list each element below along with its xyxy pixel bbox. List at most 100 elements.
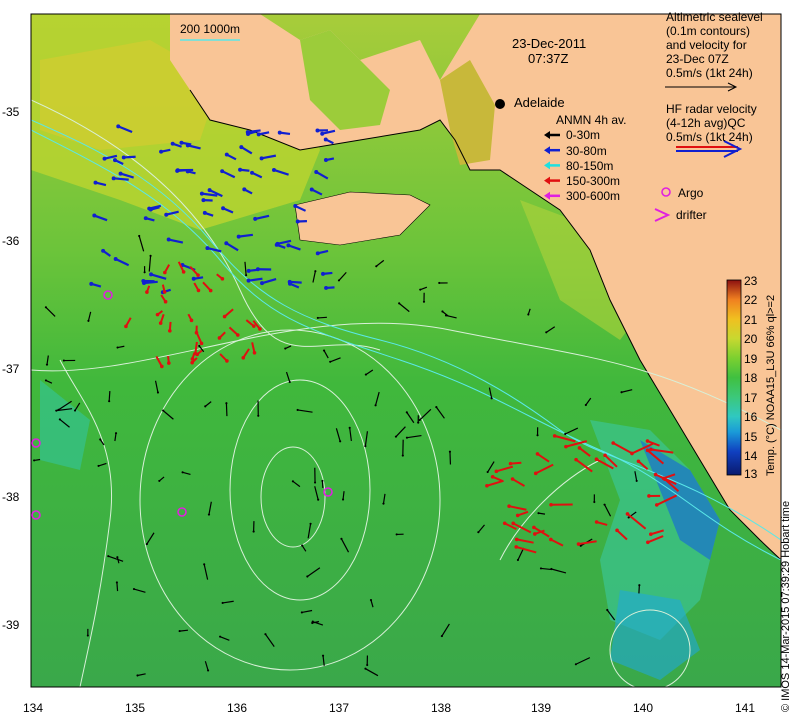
- hf-radar-arrow-head: [293, 204, 298, 208]
- hf-radar-arrow-head: [159, 149, 164, 154]
- altimetry-arrow-head: [539, 567, 543, 570]
- hf-radar-arrow-head: [287, 279, 292, 284]
- map-date: 23-Dec-2011: [512, 36, 587, 51]
- anmn-item: 300-600m: [566, 189, 621, 203]
- anmn-item: 80-150m: [566, 159, 614, 173]
- altimetry-arrow-head: [438, 281, 441, 285]
- hf-radar-arrow-head: [121, 155, 126, 160]
- altimetry-arrow-head: [321, 479, 324, 482]
- altimetry-arrow: [108, 391, 111, 402]
- hf-radar-arrow-head: [277, 130, 282, 135]
- hf-radar-arrow-head: [564, 444, 568, 449]
- altimetry-arrow-head: [219, 635, 222, 638]
- altimetry-arrow-head: [620, 391, 623, 394]
- altimetry-arrow: [116, 582, 119, 592]
- altimetry-arrow-head: [564, 432, 567, 436]
- hf-radar-arrow-head: [220, 169, 225, 174]
- hf-radar-arrow-head: [321, 271, 325, 276]
- altimetry-arrow-head: [116, 556, 119, 559]
- hf-radar-arrow-head: [185, 143, 190, 148]
- altimetry-arrow-head: [108, 400, 111, 403]
- hf-radar-arrow-head: [145, 290, 149, 294]
- hf-radar-arrow-head: [594, 520, 599, 524]
- hf-radar-arrow-head: [594, 457, 599, 462]
- hf-radar-arrow-head: [164, 212, 169, 217]
- altimetry-arrow-head: [382, 502, 385, 505]
- hf-radar-arrow-head: [148, 207, 153, 212]
- hf-radar-arrow-head: [224, 152, 229, 157]
- hf-radar-arrow-head: [92, 213, 97, 218]
- hf-radar-arrow-head: [577, 446, 582, 450]
- colorbar-label: Temp. (°C) NOAA15_L3U 66% ql>=2: [765, 294, 777, 476]
- altimetry-arrow-head: [369, 598, 373, 602]
- hf-radar-arrow-head: [141, 278, 146, 283]
- altimetry-arrow-head: [321, 654, 325, 657]
- altimetry-arrow-head: [145, 543, 148, 546]
- map-time: 07:37Z: [528, 51, 569, 66]
- scale-label: 200 1000m: [180, 22, 241, 36]
- credit-text: © IMOS 14-Mar-2015 07:39:29 Hobart time: [780, 500, 792, 712]
- altimetry-arrow-head: [45, 363, 49, 366]
- altimetry-arrow-head: [264, 633, 267, 636]
- hf-radar-arrow-head: [611, 441, 615, 445]
- altimetry-arrow-head: [181, 471, 184, 474]
- altimetry-arrow-head: [143, 271, 146, 274]
- altimetry-arrow-head: [284, 347, 287, 350]
- hf-radar-arrow-head: [124, 324, 128, 329]
- hf-radar-arrow-head: [653, 472, 658, 477]
- altimetry-arrow-head: [422, 300, 426, 303]
- hf-radar-arrow-head: [201, 198, 206, 203]
- altimetry-arrow-head: [207, 513, 211, 516]
- altimetry-arrow-head: [374, 404, 377, 407]
- altimetry-arrow-head: [314, 270, 317, 273]
- hf-radar-arrow-head: [225, 359, 229, 363]
- altimetry-arrow-head: [419, 288, 422, 291]
- altimetry-arrow-head: [337, 279, 341, 282]
- altimetry-arrow-head: [306, 575, 309, 578]
- altimetry-arrow-head: [288, 380, 291, 384]
- hf-radar-arrow-head: [166, 237, 171, 242]
- hf-radar-arrow-head: [549, 537, 553, 542]
- altimetry-arrow-head: [635, 479, 638, 483]
- hf-radar-arrow-head: [295, 219, 300, 224]
- hf-radar-arrow-head: [181, 270, 186, 274]
- hf-radar-arrow-head: [646, 540, 650, 545]
- hf-radar-arrow-head: [507, 504, 511, 508]
- altimetry-arrow-head: [73, 409, 77, 412]
- hf-radar-avg: (4-12h avg): [666, 116, 728, 130]
- hf-radar-arrow: [113, 177, 129, 181]
- hf-radar-arrow-head: [205, 246, 210, 251]
- altimetry-arrow-head: [364, 667, 367, 670]
- altimetry-arrow-head: [348, 426, 351, 429]
- altimetry-arrow-head: [537, 512, 540, 515]
- hf-radar-arrow-head: [615, 528, 619, 533]
- altimetry-arrow-head: [86, 634, 89, 637]
- hf-radar-arrow-head: [185, 169, 190, 174]
- hf-radar-arrow-head: [167, 361, 171, 365]
- altimetry-arrow-head: [116, 346, 119, 349]
- hf-radar-arrow-head: [549, 502, 553, 507]
- hf-radar-arrow-head: [196, 273, 200, 277]
- altimetry-arrow-head: [638, 584, 641, 587]
- hf-radar-arrow-head: [246, 268, 251, 273]
- altimetry-arrow-head: [417, 421, 420, 424]
- hf-radar-arrow-head: [636, 459, 641, 464]
- altimetry-arrow-head: [44, 379, 48, 382]
- hf-radar-arrow-head: [245, 130, 250, 135]
- hf-radar-arrow-head: [649, 532, 653, 537]
- altimetry-arrow-head: [301, 544, 304, 547]
- hf-radar-arrow-head: [163, 270, 167, 275]
- hf-radar-arrow-head: [576, 542, 581, 546]
- hf-radar-arrow-head: [222, 314, 227, 319]
- altimetry-arrow-head: [58, 418, 61, 421]
- altimetry-arrow-head: [550, 567, 553, 571]
- hf-radar-arrow-head: [625, 512, 630, 516]
- altimetry-arrow-head: [156, 391, 160, 394]
- altimetry-arrow-head: [198, 344, 201, 348]
- hf-radar-arrow-head: [199, 191, 204, 196]
- hf-radar-arrow-head: [253, 216, 258, 221]
- altimetry-arrow-head: [418, 418, 421, 422]
- altimetry-arrow-head: [158, 479, 161, 482]
- altimetry-arrow-head: [44, 306, 47, 309]
- hf-radar-arrow-head: [309, 187, 314, 192]
